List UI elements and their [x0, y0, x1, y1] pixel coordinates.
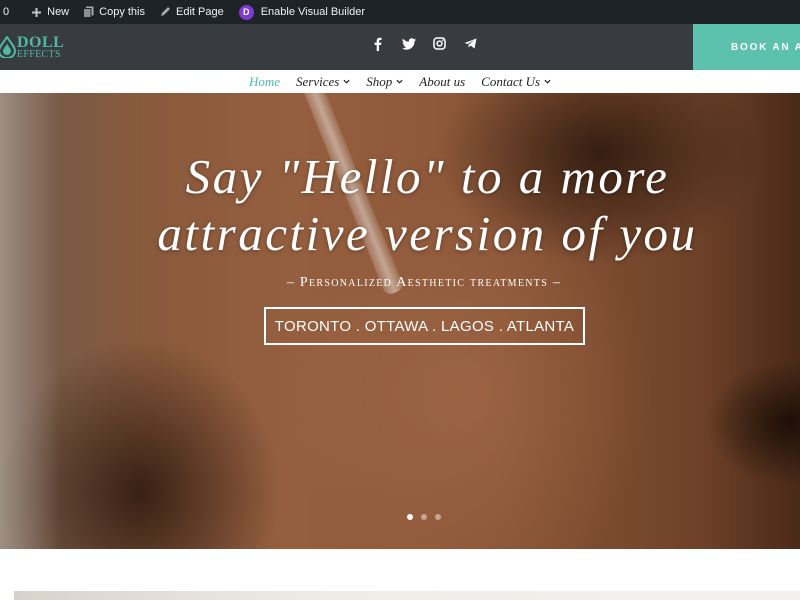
book-appointment-button[interactable]: BOOK AN AP	[693, 24, 800, 70]
locations-button[interactable]: TORONTO . OTTAWA . LAGOS . ATLANTA	[264, 307, 585, 345]
edit-page-item[interactable]: Edit Page	[152, 0, 231, 24]
instagram-icon[interactable]	[432, 36, 447, 51]
copy-icon	[83, 6, 94, 18]
next-section-preview	[14, 591, 800, 600]
nav-item-home[interactable]: Home	[241, 74, 288, 90]
slider-dot[interactable]	[421, 514, 427, 520]
chevron-down-icon	[343, 79, 350, 84]
social-links	[370, 36, 478, 51]
visual-builder-item[interactable]: D Enable Visual Builder	[231, 0, 372, 24]
nav-item-contact[interactable]: Contact Us	[473, 74, 559, 90]
hero-title-line-2: attractive version of you	[157, 206, 698, 261]
hero-title-line-1: Say "Hello" to a more	[185, 149, 670, 204]
slider-dot[interactable]	[435, 514, 441, 520]
logo-sub-text: EFFECTS	[17, 48, 61, 60]
new-content-item[interactable]: New	[24, 0, 76, 24]
twitter-icon[interactable]	[401, 36, 416, 51]
edit-page-label: Edit Page	[176, 6, 224, 18]
logo-drop-icon	[0, 36, 16, 58]
site-logo[interactable]: DOLL EFFECTS	[0, 30, 64, 64]
comments-item[interactable]: 0	[0, 0, 24, 24]
plus-icon	[31, 7, 42, 18]
comments-count: 0	[3, 6, 10, 18]
hero-subtitle: – Personalized Aesthetic treatments –	[286, 275, 562, 290]
copy-this-item[interactable]: Copy this	[76, 0, 152, 24]
nav-item-shop[interactable]: Shop	[358, 74, 411, 90]
nav-item-label: About us	[419, 73, 466, 89]
telegram-icon[interactable]	[463, 36, 478, 51]
facebook-icon[interactable]	[370, 36, 385, 51]
divi-icon: D	[238, 4, 254, 20]
top-header: DOLL EFFECTS BOOK AN AP	[0, 24, 800, 70]
slider-pagination	[0, 514, 800, 520]
visual-builder-label: Enable Visual Builder	[260, 6, 366, 18]
hero-slider: Say "Hello" to a more attractive version…	[0, 93, 800, 549]
nav-item-label: Home	[248, 73, 280, 89]
new-label: New	[47, 6, 70, 18]
hero-title: Say "Hello" to a more attractive version…	[0, 148, 800, 262]
nav-item-label: Contact Us	[481, 73, 541, 89]
nav-item-label: Shop	[366, 73, 393, 89]
nav-item-label: Services	[295, 73, 340, 89]
wp-admin-bar: 0 New Copy this Edit Page D Enable Visua…	[0, 0, 800, 24]
pencil-icon	[159, 6, 171, 18]
main-navigation: Home Services Shop About us Contact Us	[0, 70, 800, 93]
slider-dot[interactable]	[407, 514, 413, 520]
nav-item-about[interactable]: About us	[411, 74, 473, 90]
chevron-down-icon	[396, 79, 403, 84]
nav-item-services[interactable]: Services	[288, 74, 358, 90]
copy-label: Copy this	[99, 6, 145, 18]
chevron-down-icon	[544, 79, 551, 84]
